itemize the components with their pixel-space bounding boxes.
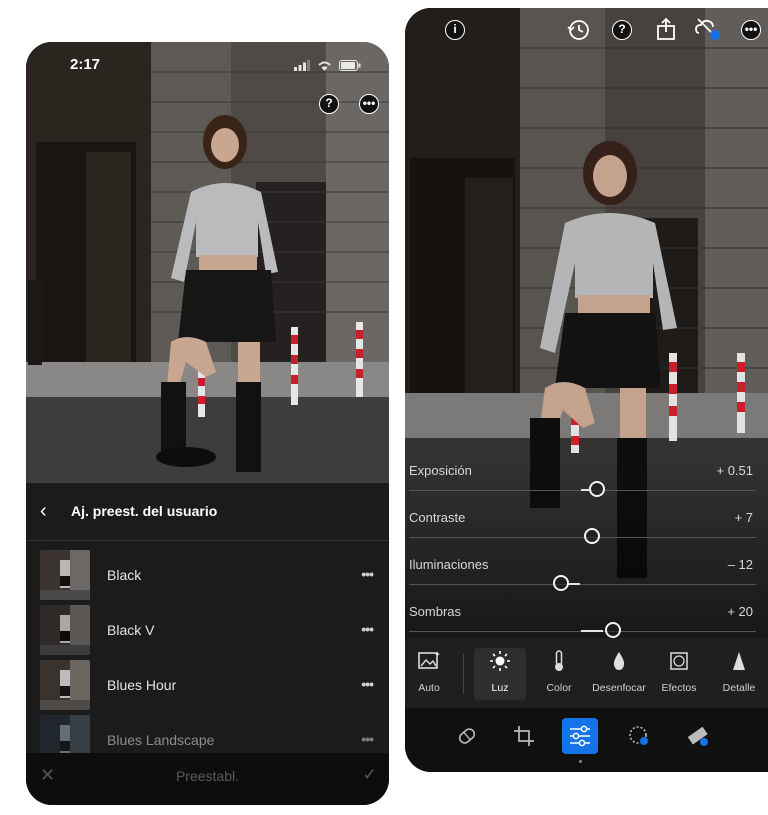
slider-label: Iluminaciones xyxy=(409,557,489,572)
tool-effects[interactable]: Efectos xyxy=(653,638,705,700)
tool-auto[interactable]: ✦ Auto xyxy=(405,638,455,700)
light-icon xyxy=(474,650,526,672)
preset-row-black[interactable]: Black ••• xyxy=(26,548,389,603)
preset-thumbnail xyxy=(40,605,90,655)
slider-knob[interactable] xyxy=(589,481,605,497)
preset-thumbnail xyxy=(40,660,90,710)
thermometer-icon xyxy=(533,650,585,672)
slider-track[interactable] xyxy=(409,537,756,538)
slider-shadows[interactable]: Sombras + 20 xyxy=(405,597,768,644)
right-phone-screen: i ? ••• Exposición + 0.51 Contraste + 7 … xyxy=(405,8,768,772)
back-chevron-icon[interactable]: ‹ xyxy=(40,500,47,523)
preset-more-icon[interactable]: ••• xyxy=(361,731,374,747)
page-title: Aj. preest. del usuario xyxy=(71,503,218,519)
presets-panel: ‹ Aj. preest. del usuario Black ••• Blac… xyxy=(26,483,389,805)
detail-icon xyxy=(713,650,765,672)
adjust-icon[interactable] xyxy=(562,718,598,754)
slider-knob[interactable] xyxy=(584,528,600,544)
drop-icon xyxy=(593,650,645,672)
preset-more-icon[interactable]: ••• xyxy=(361,621,374,637)
help-icon[interactable]: ? xyxy=(319,94,339,114)
wifi-icon xyxy=(317,58,332,75)
preset-more-icon[interactable]: ••• xyxy=(361,566,374,582)
slider-knob[interactable] xyxy=(553,575,569,591)
masking-icon[interactable] xyxy=(621,718,657,754)
slider-value: – 12 xyxy=(727,557,753,572)
slider-exposure[interactable]: Exposición + 0.51 xyxy=(405,456,768,503)
more-options-icon[interactable]: ••• xyxy=(359,94,379,114)
slider-fill xyxy=(568,583,580,585)
edit-mode-bar xyxy=(405,708,768,772)
eraser-icon[interactable] xyxy=(680,718,716,754)
preset-more-icon[interactable]: ••• xyxy=(361,676,374,692)
more-options-icon[interactable]: ••• xyxy=(741,20,761,40)
svg-text:✦: ✦ xyxy=(434,650,441,659)
healing-icon[interactable] xyxy=(449,718,485,754)
preset-label: Black V xyxy=(107,622,155,638)
slider-value: + 7 xyxy=(734,510,753,525)
tool-label: Detalle xyxy=(722,682,756,694)
slider-knob[interactable] xyxy=(605,622,621,638)
preset-thumbnail xyxy=(40,550,90,600)
slider-value: + 0.51 xyxy=(716,463,753,478)
tool-blur[interactable]: Desenfocar xyxy=(592,638,646,700)
presets-header: ‹ Aj. preest. del usuario xyxy=(26,483,389,541)
battery-icon xyxy=(339,58,361,75)
effects-icon xyxy=(653,650,705,672)
info-icon[interactable]: i xyxy=(445,20,465,40)
active-mode-dot xyxy=(579,760,582,763)
tool-detail[interactable]: Detalle xyxy=(713,638,765,700)
bottom-bar-label: Preestabl. xyxy=(175,768,240,784)
preset-row-blues-hour[interactable]: Blues Hour ••• xyxy=(26,658,389,713)
tool-label: Auto xyxy=(418,682,440,694)
history-icon[interactable] xyxy=(567,18,593,47)
tool-color[interactable]: Color xyxy=(533,638,585,700)
auto-icon: ✦ xyxy=(405,650,455,672)
preset-label: Blues Hour xyxy=(107,677,177,693)
status-bar: 2:17 xyxy=(26,56,389,76)
preset-label: Blues Landscape xyxy=(107,732,215,748)
system-icons xyxy=(294,58,361,75)
slider-label: Exposición xyxy=(409,463,472,478)
preset-label: Black xyxy=(107,567,142,583)
top-toolbar: i ? ••• xyxy=(405,14,768,40)
tool-light[interactable]: Luz xyxy=(474,648,526,700)
slider-value: + 20 xyxy=(727,604,753,619)
slider-label: Sombras xyxy=(409,604,462,619)
slider-fill xyxy=(581,630,603,632)
cloud-sync-icon[interactable] xyxy=(695,17,721,46)
slider-contrast[interactable]: Contraste + 7 xyxy=(405,503,768,550)
help-icon[interactable]: ? xyxy=(612,20,632,40)
bottom-action-bar: ✕ Preestabl. ✓ xyxy=(26,753,389,805)
slider-fill xyxy=(581,489,589,491)
signal-icon xyxy=(294,58,310,75)
slider-track[interactable] xyxy=(409,584,756,585)
status-time: 2:17 xyxy=(70,56,101,73)
slider-label: Contraste xyxy=(409,510,466,525)
confirm-button[interactable]: ✓ xyxy=(363,765,377,785)
edit-tools-bar: ✦ Auto Luz Color Desenfocar Efectos Deta… xyxy=(405,638,768,708)
preset-row-black-v[interactable]: Black V ••• xyxy=(26,603,389,658)
left-phone-screen: 2:17 ? ••• ‹ Aj. preest. del usuario Bla… xyxy=(26,42,389,805)
share-icon[interactable] xyxy=(655,17,677,46)
slider-highlights[interactable]: Iluminaciones – 12 xyxy=(405,550,768,597)
crop-icon[interactable] xyxy=(506,718,542,754)
